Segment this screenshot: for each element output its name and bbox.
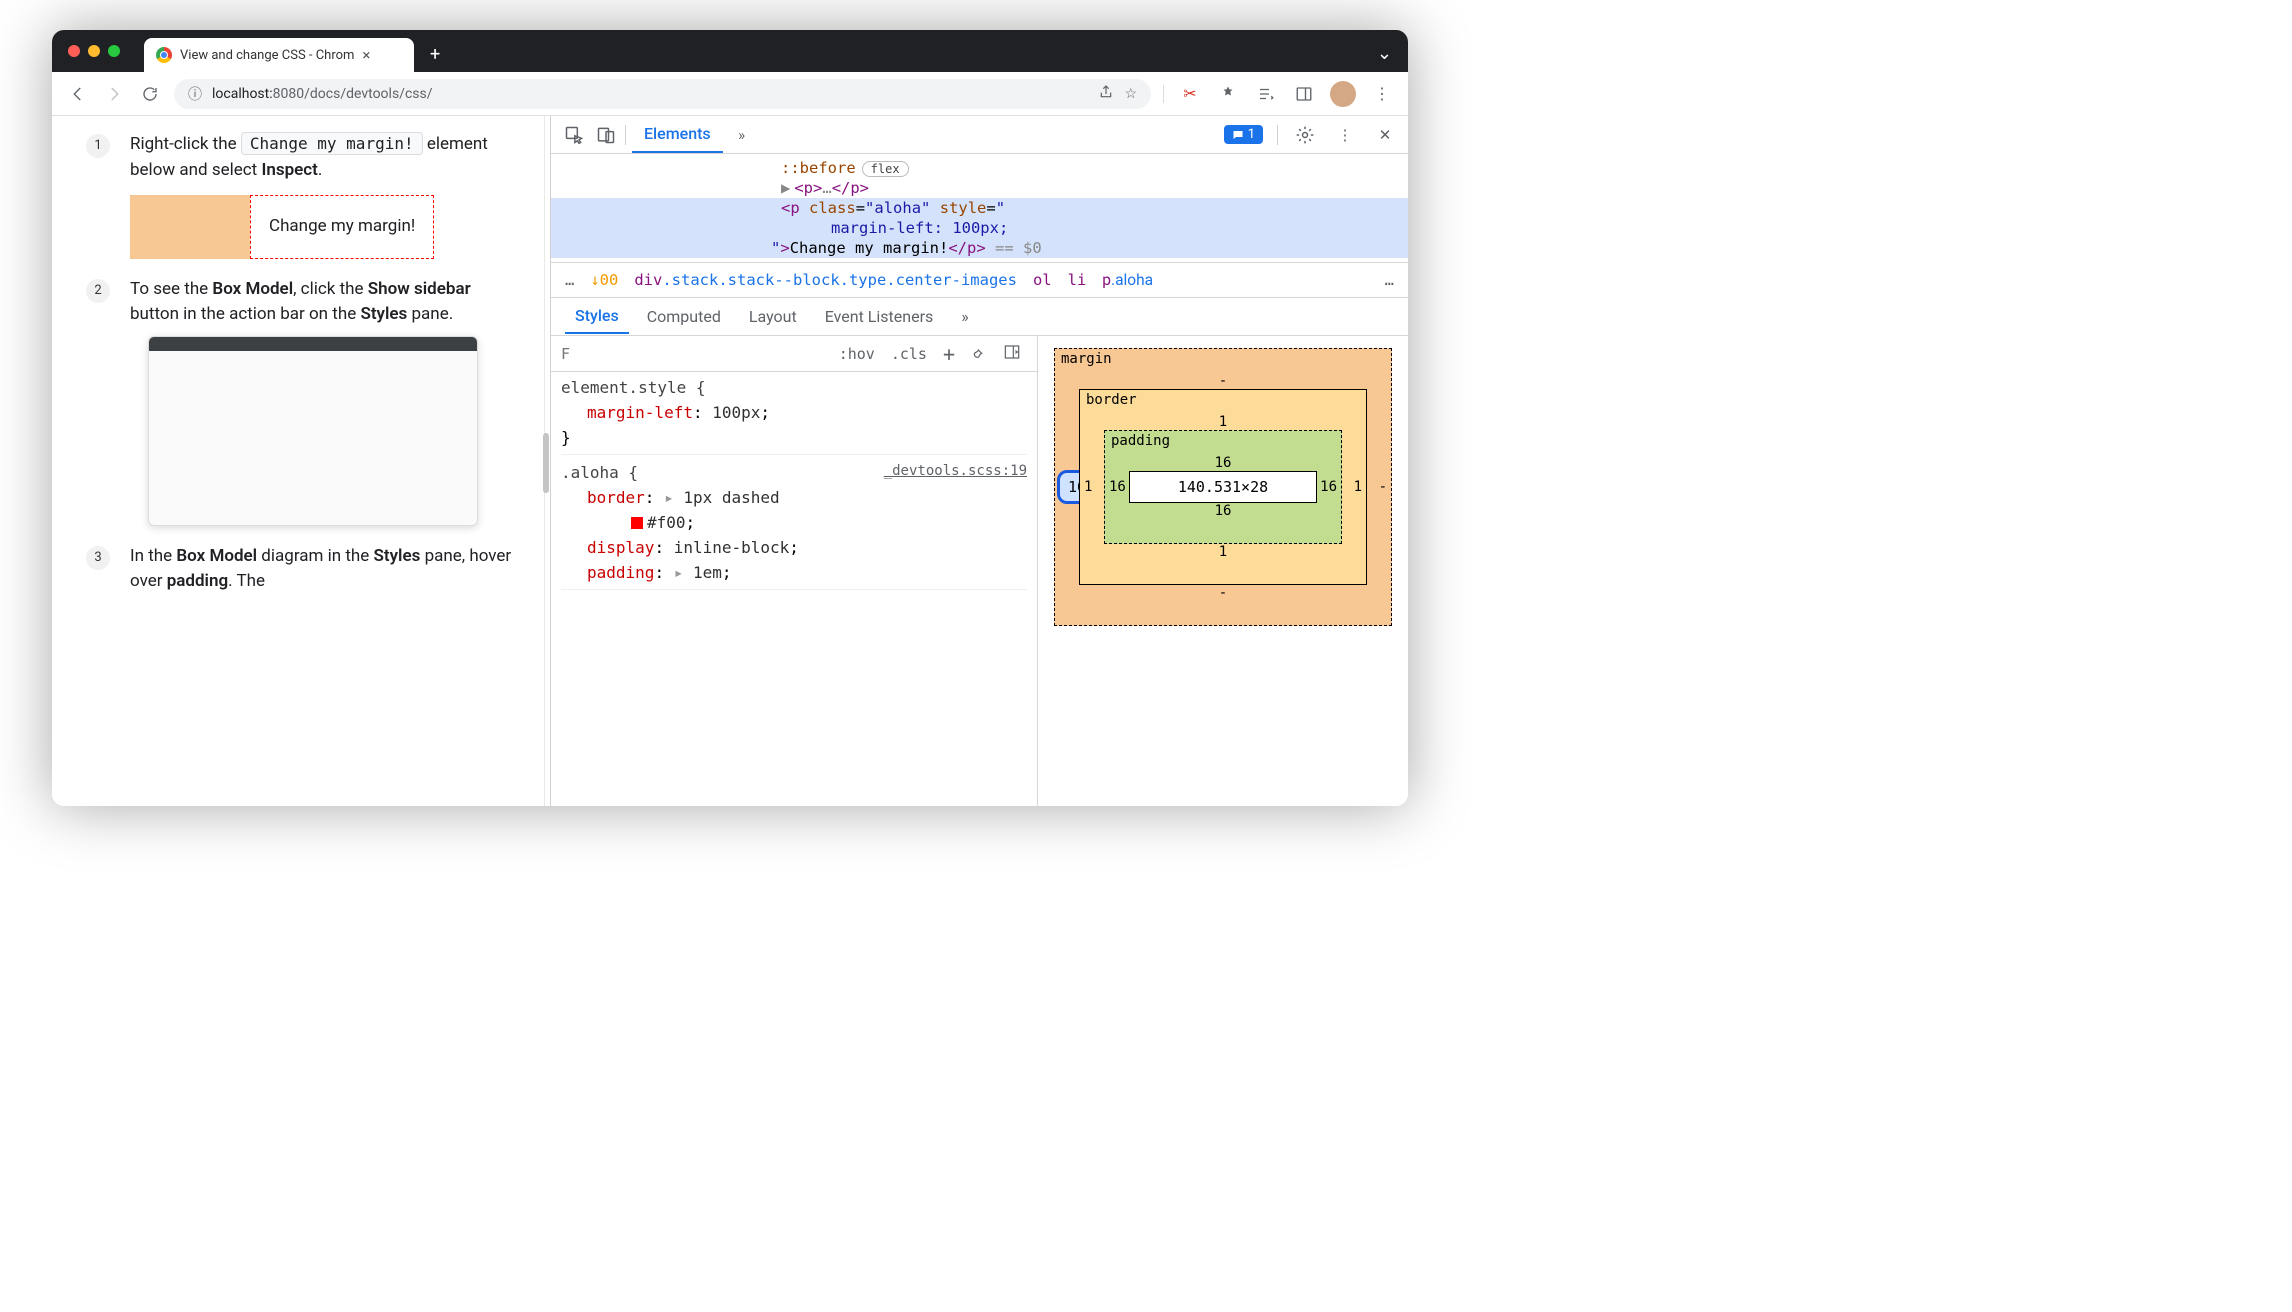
sidebar-toggle-icon[interactable] bbox=[997, 342, 1027, 366]
step-body: In the Box Model diagram in the Styles p… bbox=[130, 544, 520, 595]
margin-demo-box: Change my margin! bbox=[130, 195, 434, 259]
settings-gear-icon[interactable] bbox=[1292, 122, 1318, 148]
close-devtools-icon[interactable]: ✕ bbox=[1372, 122, 1398, 148]
step-number: 2 bbox=[86, 279, 110, 303]
tab-title: View and change CSS - Chrom bbox=[180, 48, 354, 63]
content-area: 1 Right-click the Change my margin! elem… bbox=[52, 116, 1408, 806]
breadcrumb-item[interactable]: div.stack.stack--block.type.center-image… bbox=[634, 271, 1017, 289]
reload-button[interactable] bbox=[138, 82, 162, 106]
more-menu-icon[interactable]: ⋮ bbox=[1332, 122, 1358, 148]
breadcrumb-current[interactable]: p.aloha bbox=[1102, 271, 1153, 289]
scissors-icon[interactable]: ✂ bbox=[1178, 82, 1202, 106]
paint-brush-icon[interactable] bbox=[965, 342, 993, 366]
step-number: 1 bbox=[86, 134, 110, 158]
browser-tab[interactable]: View and change CSS - Chrom × bbox=[144, 38, 414, 72]
selected-dom-node[interactable]: <p class="aloha" style=" bbox=[551, 198, 1408, 218]
divider bbox=[1163, 85, 1164, 103]
devtools-tabs: Elements » 1 ⋮ ✕ bbox=[551, 116, 1408, 154]
step-3: 3 In the Box Model diagram in the Styles… bbox=[86, 544, 520, 595]
extensions-icon[interactable] bbox=[1216, 82, 1240, 106]
tab-elements[interactable]: Elements bbox=[632, 116, 723, 153]
browser-window: View and change CSS - Chrom × + ⌄ ⓘ loca… bbox=[52, 30, 1408, 806]
step-number: 3 bbox=[86, 546, 110, 570]
tab-close-icon[interactable]: × bbox=[362, 46, 370, 64]
profile-avatar[interactable] bbox=[1330, 81, 1356, 107]
tab-event-listeners[interactable]: Event Listeners bbox=[815, 300, 944, 333]
hov-toggle[interactable]: :hov bbox=[833, 343, 881, 365]
forward-button bbox=[102, 82, 126, 106]
styles-toolbar: :hov .cls + bbox=[551, 336, 1037, 372]
tab-computed[interactable]: Computed bbox=[637, 300, 731, 333]
box-model-padding[interactable]: padding 16 16 16 140.531×28 16 bbox=[1104, 430, 1342, 544]
step-2: 2 To see the Box Model, click the Show s… bbox=[86, 277, 520, 526]
inline-code: Change my margin! bbox=[241, 132, 423, 155]
titlebar: View and change CSS - Chrom × + ⌄ bbox=[52, 30, 1408, 72]
site-info-icon[interactable]: ⓘ bbox=[188, 84, 202, 104]
devtools-panel: Elements » 1 ⋮ ✕ ⋯ ::beforeflex ▶<p>…</p… bbox=[550, 116, 1408, 806]
inspect-element-icon[interactable] bbox=[561, 122, 587, 148]
toolbar-actions: ✂ ⋮ bbox=[1163, 81, 1394, 107]
favicon-icon bbox=[156, 47, 172, 63]
more-tabs-icon[interactable]: » bbox=[729, 122, 755, 148]
step-body: To see the Box Model, click the Show sid… bbox=[130, 277, 520, 526]
breadcrumb-item[interactable]: li bbox=[1068, 271, 1087, 289]
browser-toolbar: ⓘ localhost:8080/docs/devtools/css/ ☆ ✂ … bbox=[52, 72, 1408, 116]
tab-styles[interactable]: Styles bbox=[565, 299, 629, 334]
add-rule-icon[interactable]: + bbox=[937, 340, 961, 368]
box-model-content[interactable]: 140.531×28 bbox=[1129, 471, 1317, 503]
styles-subtabs: Styles Computed Layout Event Listeners » bbox=[551, 298, 1408, 336]
dom-breadcrumb[interactable]: … ↓00 div.stack.stack--block.type.center… bbox=[551, 262, 1408, 298]
device-toggle-icon[interactable] bbox=[593, 122, 619, 148]
color-swatch-icon[interactable] bbox=[631, 517, 643, 529]
tab-overflow-icon[interactable]: ⌄ bbox=[1377, 43, 1392, 64]
close-window-icon[interactable] bbox=[68, 45, 80, 57]
step-body: Right-click the Change my margin! elemen… bbox=[130, 132, 520, 259]
url-text: localhost:8080/docs/devtools/css/ bbox=[212, 86, 433, 102]
minimize-window-icon[interactable] bbox=[88, 45, 100, 57]
address-bar[interactable]: ⓘ localhost:8080/docs/devtools/css/ ☆ bbox=[174, 79, 1151, 109]
divider bbox=[625, 125, 626, 145]
box-model-margin[interactable]: margin - 100 - border 1 1 1 padding 16 bbox=[1054, 348, 1392, 626]
divider bbox=[1277, 125, 1278, 145]
box-model-border[interactable]: border 1 1 1 padding 16 16 16 140.531×28… bbox=[1079, 389, 1367, 585]
reading-list-icon[interactable] bbox=[1254, 82, 1278, 106]
chrome-menu-icon[interactable]: ⋮ bbox=[1370, 82, 1394, 106]
step-1: 1 Right-click the Change my margin! elem… bbox=[86, 132, 520, 259]
documentation-page: 1 Right-click the Change my margin! elem… bbox=[52, 116, 544, 806]
new-tab-button[interactable]: + bbox=[422, 40, 448, 69]
flex-badge[interactable]: flex bbox=[862, 161, 909, 177]
styles-filter-input[interactable] bbox=[561, 345, 621, 363]
messages-indicator[interactable]: 1 bbox=[1224, 125, 1263, 144]
styles-body: :hov .cls + element.style { margin-left:… bbox=[551, 336, 1408, 806]
traffic-lights bbox=[68, 45, 120, 57]
tab-layout[interactable]: Layout bbox=[739, 300, 807, 333]
side-panel-icon[interactable] bbox=[1292, 82, 1316, 106]
box-model-diagram[interactable]: margin - 100 - border 1 1 1 padding 16 bbox=[1038, 336, 1408, 806]
dom-tree[interactable]: ⋯ ::beforeflex ▶<p>…</p> <p class="aloha… bbox=[551, 154, 1408, 262]
styles-rules[interactable]: element.style { margin-left: 100px; } .a… bbox=[551, 372, 1037, 600]
more-subtabs-icon[interactable]: » bbox=[951, 300, 979, 333]
maximize-window-icon[interactable] bbox=[108, 45, 120, 57]
demo-element[interactable]: Change my margin! bbox=[250, 195, 434, 259]
breadcrumb-item[interactable]: ol bbox=[1033, 271, 1052, 289]
resize-handle[interactable] bbox=[544, 116, 550, 806]
style-rule: element.style { margin-left: 100px; } bbox=[561, 376, 1027, 455]
style-rule: .aloha {_devtools.scss:19 border: ▸ 1px … bbox=[561, 461, 1027, 590]
screenshot-thumbnail bbox=[148, 336, 478, 526]
share-icon[interactable] bbox=[1098, 84, 1114, 104]
back-button[interactable] bbox=[66, 82, 90, 106]
source-link[interactable]: _devtools.scss:19 bbox=[884, 461, 1027, 486]
cls-toggle[interactable]: .cls bbox=[885, 343, 933, 365]
styles-rules-pane: :hov .cls + element.style { margin-left:… bbox=[551, 336, 1038, 806]
bookmark-icon[interactable]: ☆ bbox=[1124, 86, 1137, 102]
